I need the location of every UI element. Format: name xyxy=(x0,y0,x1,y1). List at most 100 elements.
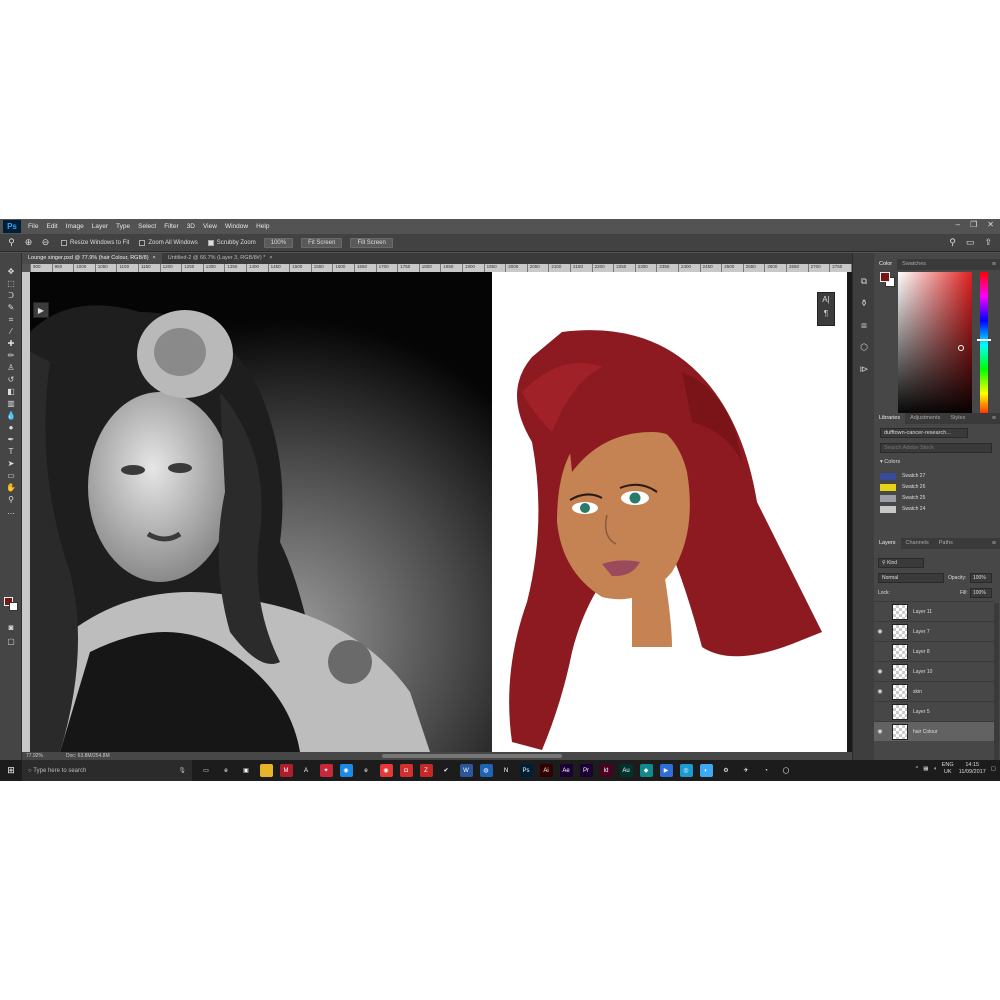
filezilla-icon[interactable]: Z xyxy=(419,764,433,777)
tray-arrow-icon[interactable]: ^ xyxy=(916,766,919,772)
app-m-icon[interactable]: M xyxy=(279,764,293,777)
app-bird-icon[interactable]: ✈ xyxy=(739,764,753,777)
quick-mask-icon[interactable]: ◙ xyxy=(5,623,17,633)
tab-libraries[interactable]: Libraries xyxy=(874,413,906,424)
eraser-tool-icon[interactable]: ◧ xyxy=(5,387,17,397)
app-cyan-icon[interactable]: ◎ xyxy=(679,764,693,777)
color-picker-marker[interactable] xyxy=(958,345,964,351)
word-icon[interactable]: W xyxy=(459,764,473,777)
fit-screen-button[interactable]: Fit Screen xyxy=(301,237,343,248)
eye-icon[interactable]: ◉ xyxy=(874,688,886,695)
document-canvas[interactable]: ▶ A| ¶ xyxy=(30,272,852,752)
crop-tool-icon[interactable]: ⌗ xyxy=(5,315,17,325)
tab-adjustments[interactable]: Adjustments xyxy=(905,413,945,424)
scrubby-zoom-checkbox[interactable]: Scrubby Zoom xyxy=(207,239,256,246)
marquee-tool-icon[interactable]: ⬚ xyxy=(5,279,17,289)
library-colors-heading[interactable]: ▾ Colors xyxy=(880,459,900,465)
3d-icon[interactable]: ⬡ xyxy=(858,341,870,353)
task-view-icon[interactable]: ▭ xyxy=(199,764,213,777)
premiere-icon[interactable]: Pr xyxy=(579,764,593,777)
brush-tool-icon[interactable]: ✏ xyxy=(5,351,17,361)
menu-window[interactable]: Window xyxy=(221,223,252,230)
blur-tool-icon[interactable]: 💧 xyxy=(5,411,17,421)
eye-icon[interactable]: ◉ xyxy=(874,628,886,635)
library-swatch[interactable]: Swatch 27 xyxy=(880,471,990,481)
stock-search-input[interactable]: Search Adobe Stock xyxy=(880,443,992,453)
language-indicator[interactable]: ENG UK xyxy=(942,762,954,776)
screen-icon[interactable]: ◘ xyxy=(399,764,413,777)
photoshop-icon[interactable]: Ps xyxy=(519,764,533,777)
zoom-tool-icon[interactable]: ⚲ xyxy=(6,237,17,248)
layer-row[interactable]: ◉ Layer 7 xyxy=(874,621,994,641)
minimize-icon[interactable]: – xyxy=(956,220,960,229)
more-tools-icon[interactable]: ⋯ xyxy=(5,509,17,519)
restore-icon[interactable]: ❐ xyxy=(970,220,977,229)
history-brush-tool-icon[interactable]: ↺ xyxy=(5,375,17,385)
zoom-100-button[interactable]: 100% xyxy=(263,237,294,248)
hand-tool-icon[interactable]: ✋ xyxy=(5,483,17,493)
tab-color[interactable]: Color xyxy=(874,259,898,270)
tab-channels[interactable]: Channels xyxy=(901,538,934,549)
glyphs-icon[interactable]: ⧐ xyxy=(858,363,870,375)
layers-scrollbar[interactable] xyxy=(994,603,999,763)
explorer-icon[interactable] xyxy=(259,764,273,777)
zoom-tool-panel-icon[interactable]: ⚲ xyxy=(5,495,17,505)
color-foreground[interactable] xyxy=(880,272,890,282)
panel-menu-icon[interactable]: ≡ xyxy=(992,538,996,549)
app-x-icon[interactable]: ✦ xyxy=(319,764,333,777)
panel-menu-icon[interactable]: ≡ xyxy=(992,413,996,424)
clone-source-icon[interactable]: ⧈ xyxy=(858,319,870,331)
layer-row[interactable]: ◉ skin xyxy=(874,681,994,701)
character-panel[interactable]: A| ¶ xyxy=(817,292,835,326)
netflix-icon[interactable]: N xyxy=(499,764,513,777)
tab-swatches[interactable]: Swatches xyxy=(897,259,931,270)
edge-icon[interactable]: e xyxy=(219,764,233,777)
character-icon[interactable]: A| xyxy=(818,293,834,307)
pen-tool-icon[interactable]: ✒ xyxy=(5,435,17,445)
chrome-like-icon[interactable]: ◉ xyxy=(339,764,353,777)
clone-stamp-tool-icon[interactable]: ♙ xyxy=(5,363,17,373)
menu-file[interactable]: File xyxy=(24,223,42,230)
notifications-icon[interactable]: ▢ xyxy=(991,766,996,772)
tab-paths[interactable]: Paths xyxy=(934,538,958,549)
paragraph-icon[interactable]: ¶ xyxy=(818,307,834,321)
layer-row[interactable]: ◉ Layer 10 xyxy=(874,661,994,681)
dodge-tool-icon[interactable]: ● xyxy=(5,423,17,433)
ie-icon[interactable]: e xyxy=(359,764,373,777)
share-icon[interactable]: ⇪ xyxy=(984,237,992,248)
aftereffects-icon[interactable]: Ae xyxy=(559,764,573,777)
app-sky-icon[interactable]: ◐ xyxy=(699,764,713,777)
windows-start-icon[interactable]: ⊞ xyxy=(0,765,22,776)
layer-row[interactable]: Layer 11 xyxy=(874,601,994,621)
clock[interactable]: 14:15 11/09/2017 xyxy=(959,762,986,776)
shape-tool-icon[interactable]: ▭ xyxy=(5,471,17,481)
chrome-icon[interactable]: ◉ xyxy=(379,764,393,777)
hue-slider[interactable] xyxy=(980,272,988,418)
menu-3d[interactable]: 3D xyxy=(183,223,199,230)
gradient-tool-icon[interactable]: ▥ xyxy=(5,399,17,409)
app-a-icon[interactable]: A xyxy=(299,764,313,777)
healing-tool-icon[interactable]: ✚ xyxy=(5,339,17,349)
menu-view[interactable]: View xyxy=(199,223,221,230)
close-tab-icon[interactable]: × xyxy=(269,255,272,261)
menu-layer[interactable]: Layer xyxy=(88,223,112,230)
brush-settings-icon[interactable]: ⚱ xyxy=(858,297,870,309)
library-select[interactable]: dufftown-cancer-research... xyxy=(880,428,968,438)
network-icon[interactable]: ▦ xyxy=(923,766,928,772)
fill-input[interactable]: 100% xyxy=(970,588,992,598)
eyedropper-tool-icon[interactable]: ⁄ xyxy=(5,327,17,337)
menu-filter[interactable]: Filter xyxy=(160,223,182,230)
illustrator-icon[interactable]: Ai xyxy=(539,764,553,777)
move-tool-icon[interactable]: ✥ xyxy=(5,267,17,277)
layer-filter-kind[interactable]: ⚲ Kind xyxy=(878,558,924,568)
history-icon[interactable]: ⧉ xyxy=(858,275,870,287)
tab-layers[interactable]: Layers xyxy=(874,538,901,549)
eye-icon[interactable]: ◉ xyxy=(874,668,886,675)
volume-icon[interactable]: ◖ xyxy=(933,766,936,772)
app-white-icon[interactable]: ◯ xyxy=(779,764,793,777)
path-select-tool-icon[interactable]: ➤ xyxy=(5,459,17,469)
library-swatch[interactable]: Swatch 26 xyxy=(880,482,990,492)
indesign-icon[interactable]: Id xyxy=(599,764,613,777)
layer-row-selected[interactable]: ◉ hair Colour xyxy=(874,721,994,741)
store-icon[interactable]: ▣ xyxy=(239,764,253,777)
